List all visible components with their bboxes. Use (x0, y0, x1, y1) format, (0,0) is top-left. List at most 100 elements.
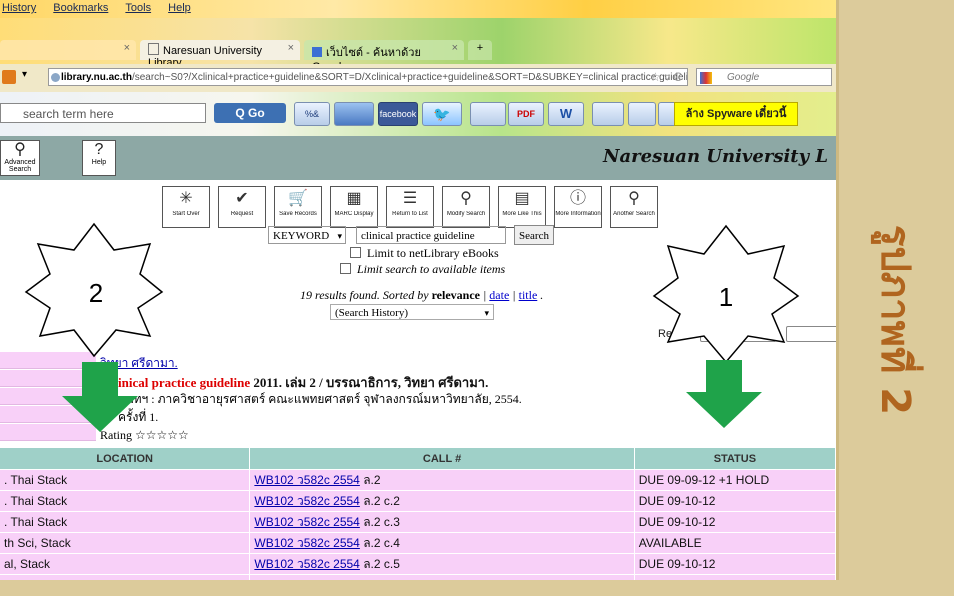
star-number: 2 (89, 278, 103, 308)
google-engine-icon[interactable] (700, 72, 712, 84)
tab-google[interactable]: เว็บไซต์ - ค้นหาด้วย Google× (304, 40, 464, 73)
word-icon[interactable]: W (548, 102, 584, 126)
cart-icon: 🛒 (288, 190, 308, 207)
menu-history[interactable]: History (2, 2, 36, 14)
volume-text: ล.2 c.3 (363, 514, 400, 529)
go-button[interactable]: Q Go (214, 103, 286, 123)
call-number-link[interactable]: WB102 ว582c 2554 (254, 578, 359, 581)
save-records-button[interactable]: 🛒 Save Records (274, 186, 322, 228)
table-header: LOCATION CALL # STATUS (0, 448, 836, 470)
tab-bar: × Naresuan University Library × เว็บไซต์ … (0, 18, 836, 73)
search-type-select[interactable]: KEYWORD ▾ (268, 226, 346, 244)
search-history-select[interactable]: (Search History) ▾ (330, 304, 494, 320)
volume-text: ล.2 c.5 (363, 556, 400, 571)
url-input[interactable]: library.nu.ac.th/search~S0?/Xclinical+pr… (48, 68, 688, 86)
location-cell: . Thai Stack (0, 490, 251, 512)
news-icon[interactable] (334, 102, 374, 126)
menu-bookmarks[interactable]: Bookmarks (53, 2, 108, 14)
image-icon[interactable] (628, 102, 656, 126)
request-button[interactable]: ✔ Request (218, 186, 266, 228)
call-number-cell: WB102 ว582c 2554 ล.2 c.4 (249, 532, 635, 554)
search-input[interactable]: clinical practice guideline (356, 226, 506, 244)
limit-available-checkbox[interactable]: Limit search to available items (340, 262, 505, 277)
holdings-body: . Thai Stack WB102 ว582c 2554 ล.2 DUE 09-0… (0, 469, 836, 581)
clean-spyware-button[interactable]: ล้าง Spyware เดี๋ยวนี้ (674, 102, 798, 126)
bookmark-star-icon[interactable]: ☆ ▿ C (650, 70, 682, 84)
new-tab-button[interactable]: + (468, 40, 492, 60)
location-cell: . Thai Stack (0, 469, 251, 491)
browser-screenshot: History Bookmarks Tools Help × Naresuan … (0, 0, 839, 580)
menu-tools[interactable]: Tools (125, 2, 151, 14)
location-cell: . Thai Stack (0, 511, 251, 533)
facebook-button[interactable]: facebook (378, 102, 418, 126)
sort-date-link[interactable]: date (489, 288, 509, 302)
google-search-field[interactable]: Google (696, 68, 832, 86)
another-search-button[interactable]: ⚲ Another Search (610, 186, 658, 228)
checkmark-icon: ✔ (235, 190, 249, 207)
tab-blank[interactable]: × (0, 40, 136, 60)
holdings-table: LOCATION CALL # STATUS . Thai Stack WB102… (0, 448, 836, 580)
info-icon: ⓘ (569, 190, 586, 207)
call-number-cell: WB102 ว582c 2554 ล.2 c.5 (249, 553, 635, 575)
location-header: LOCATION (0, 448, 251, 470)
user-icon[interactable] (592, 102, 624, 126)
call-number-link[interactable]: WB102 ว582c 2554 (254, 473, 359, 487)
status-cell: DUE 10-08-12 (634, 574, 836, 580)
volume-text: ล.2 c.2 (363, 493, 400, 508)
library-title: Naresuan University L (603, 146, 828, 167)
table-row: . Thai Stack WB102 ว582c 2554 ล.2 c.3 DUE … (0, 511, 836, 533)
status-cell: DUE 09-10-12 (634, 490, 836, 512)
binoculars-icon: ⚲ (460, 190, 472, 207)
percent-icon[interactable]: %& (294, 102, 330, 126)
call-number-link[interactable]: WB102 ว582c 2554 (254, 494, 359, 508)
status-cell: AVAILABLE (634, 532, 836, 554)
return-to-list-button[interactable]: ☰ Return to List (386, 186, 434, 228)
status-cell: DUE 09-10-12 (634, 511, 836, 533)
books-icon: ▤ (514, 190, 530, 207)
pdf-icon[interactable]: PDF (508, 102, 544, 126)
addon-toolbar: search term here Q Go %& facebook 🐦 PDF … (0, 92, 836, 136)
status-header: STATUS (634, 448, 836, 470)
table-row: al, Stack WB102 ว582c 2554 ล.2 c.5 DUE 09-… (0, 553, 836, 575)
star-number: 1 (719, 282, 733, 312)
call-number-link[interactable]: WB102 ว582c 2554 (254, 536, 359, 550)
tab-library[interactable]: Naresuan University Library × (140, 40, 300, 69)
more-like-this-button[interactable]: ▤ More Like This (498, 186, 546, 228)
modify-search-button[interactable]: ⚲ Modify Search (442, 186, 490, 228)
call-header: CALL # (249, 448, 635, 470)
sort-title-link[interactable]: title (519, 288, 538, 302)
publisher: แพทฯ : ภาควิชาอายุรศาสตร์ คณะแพทยศาสตร์ … (118, 392, 522, 406)
table-row: . Thai Stack WB102 ว582c 2554 ล.2 c.2 DUE … (0, 490, 836, 512)
start-over-button[interactable]: ✳ Start Over (162, 186, 210, 228)
close-icon[interactable]: × (288, 42, 294, 54)
more-information-button[interactable]: ⓘ More Information (554, 186, 602, 228)
status-cell: DUE 09-09-12 +1 HOLD (634, 469, 836, 491)
close-icon[interactable]: × (452, 42, 458, 54)
call-number-cell: WB102 ว582c 2554 ล.2 c.2 (249, 490, 635, 512)
toolbar-search-input[interactable]: search term here (0, 103, 206, 123)
page-icon (148, 43, 159, 55)
magnifier-icon: ⚲ (14, 141, 26, 158)
location-cell: al, Stack (0, 574, 251, 580)
advanced-search-button[interactable]: ⚲ Advanced Search (0, 140, 40, 176)
messenger-icon[interactable] (470, 102, 506, 126)
list-icon: ☰ (402, 190, 418, 207)
star-burst-icon: ✳ (179, 190, 193, 207)
table-row: th Sci, Stack WB102 ว582c 2554 ล.2 c.4 AVA… (0, 532, 836, 554)
firefox-menu-icon[interactable] (2, 70, 16, 84)
search-button[interactable]: Search (514, 225, 554, 245)
grid-icon: ▦ (346, 190, 362, 207)
library-header: ⚲ Advanced Search ? Help Naresuan Universi… (0, 136, 836, 180)
twitter-icon[interactable]: 🐦 (422, 102, 462, 126)
menu-help[interactable]: Help (168, 2, 191, 14)
menu-bar: History Bookmarks Tools Help (0, 0, 836, 18)
help-button[interactable]: ? Help (82, 140, 116, 176)
slide-caption: รูปภาพที่ 2 (872, 224, 919, 416)
call-number-link[interactable]: WB102 ว582c 2554 (254, 515, 359, 529)
call-number-link[interactable]: WB102 ว582c 2554 (254, 557, 359, 571)
marc-display-button[interactable]: ▦ MARC Display (330, 186, 378, 228)
close-icon[interactable]: × (124, 42, 130, 54)
limit-netlibrary-checkbox[interactable]: Limit to netLibrary eBooks (350, 246, 499, 261)
table-row: al, StackWB102 ว582c 2554 ล.2 c.6DUE 10-… (0, 574, 836, 581)
chevron-down-icon[interactable]: ▾ (22, 69, 27, 80)
